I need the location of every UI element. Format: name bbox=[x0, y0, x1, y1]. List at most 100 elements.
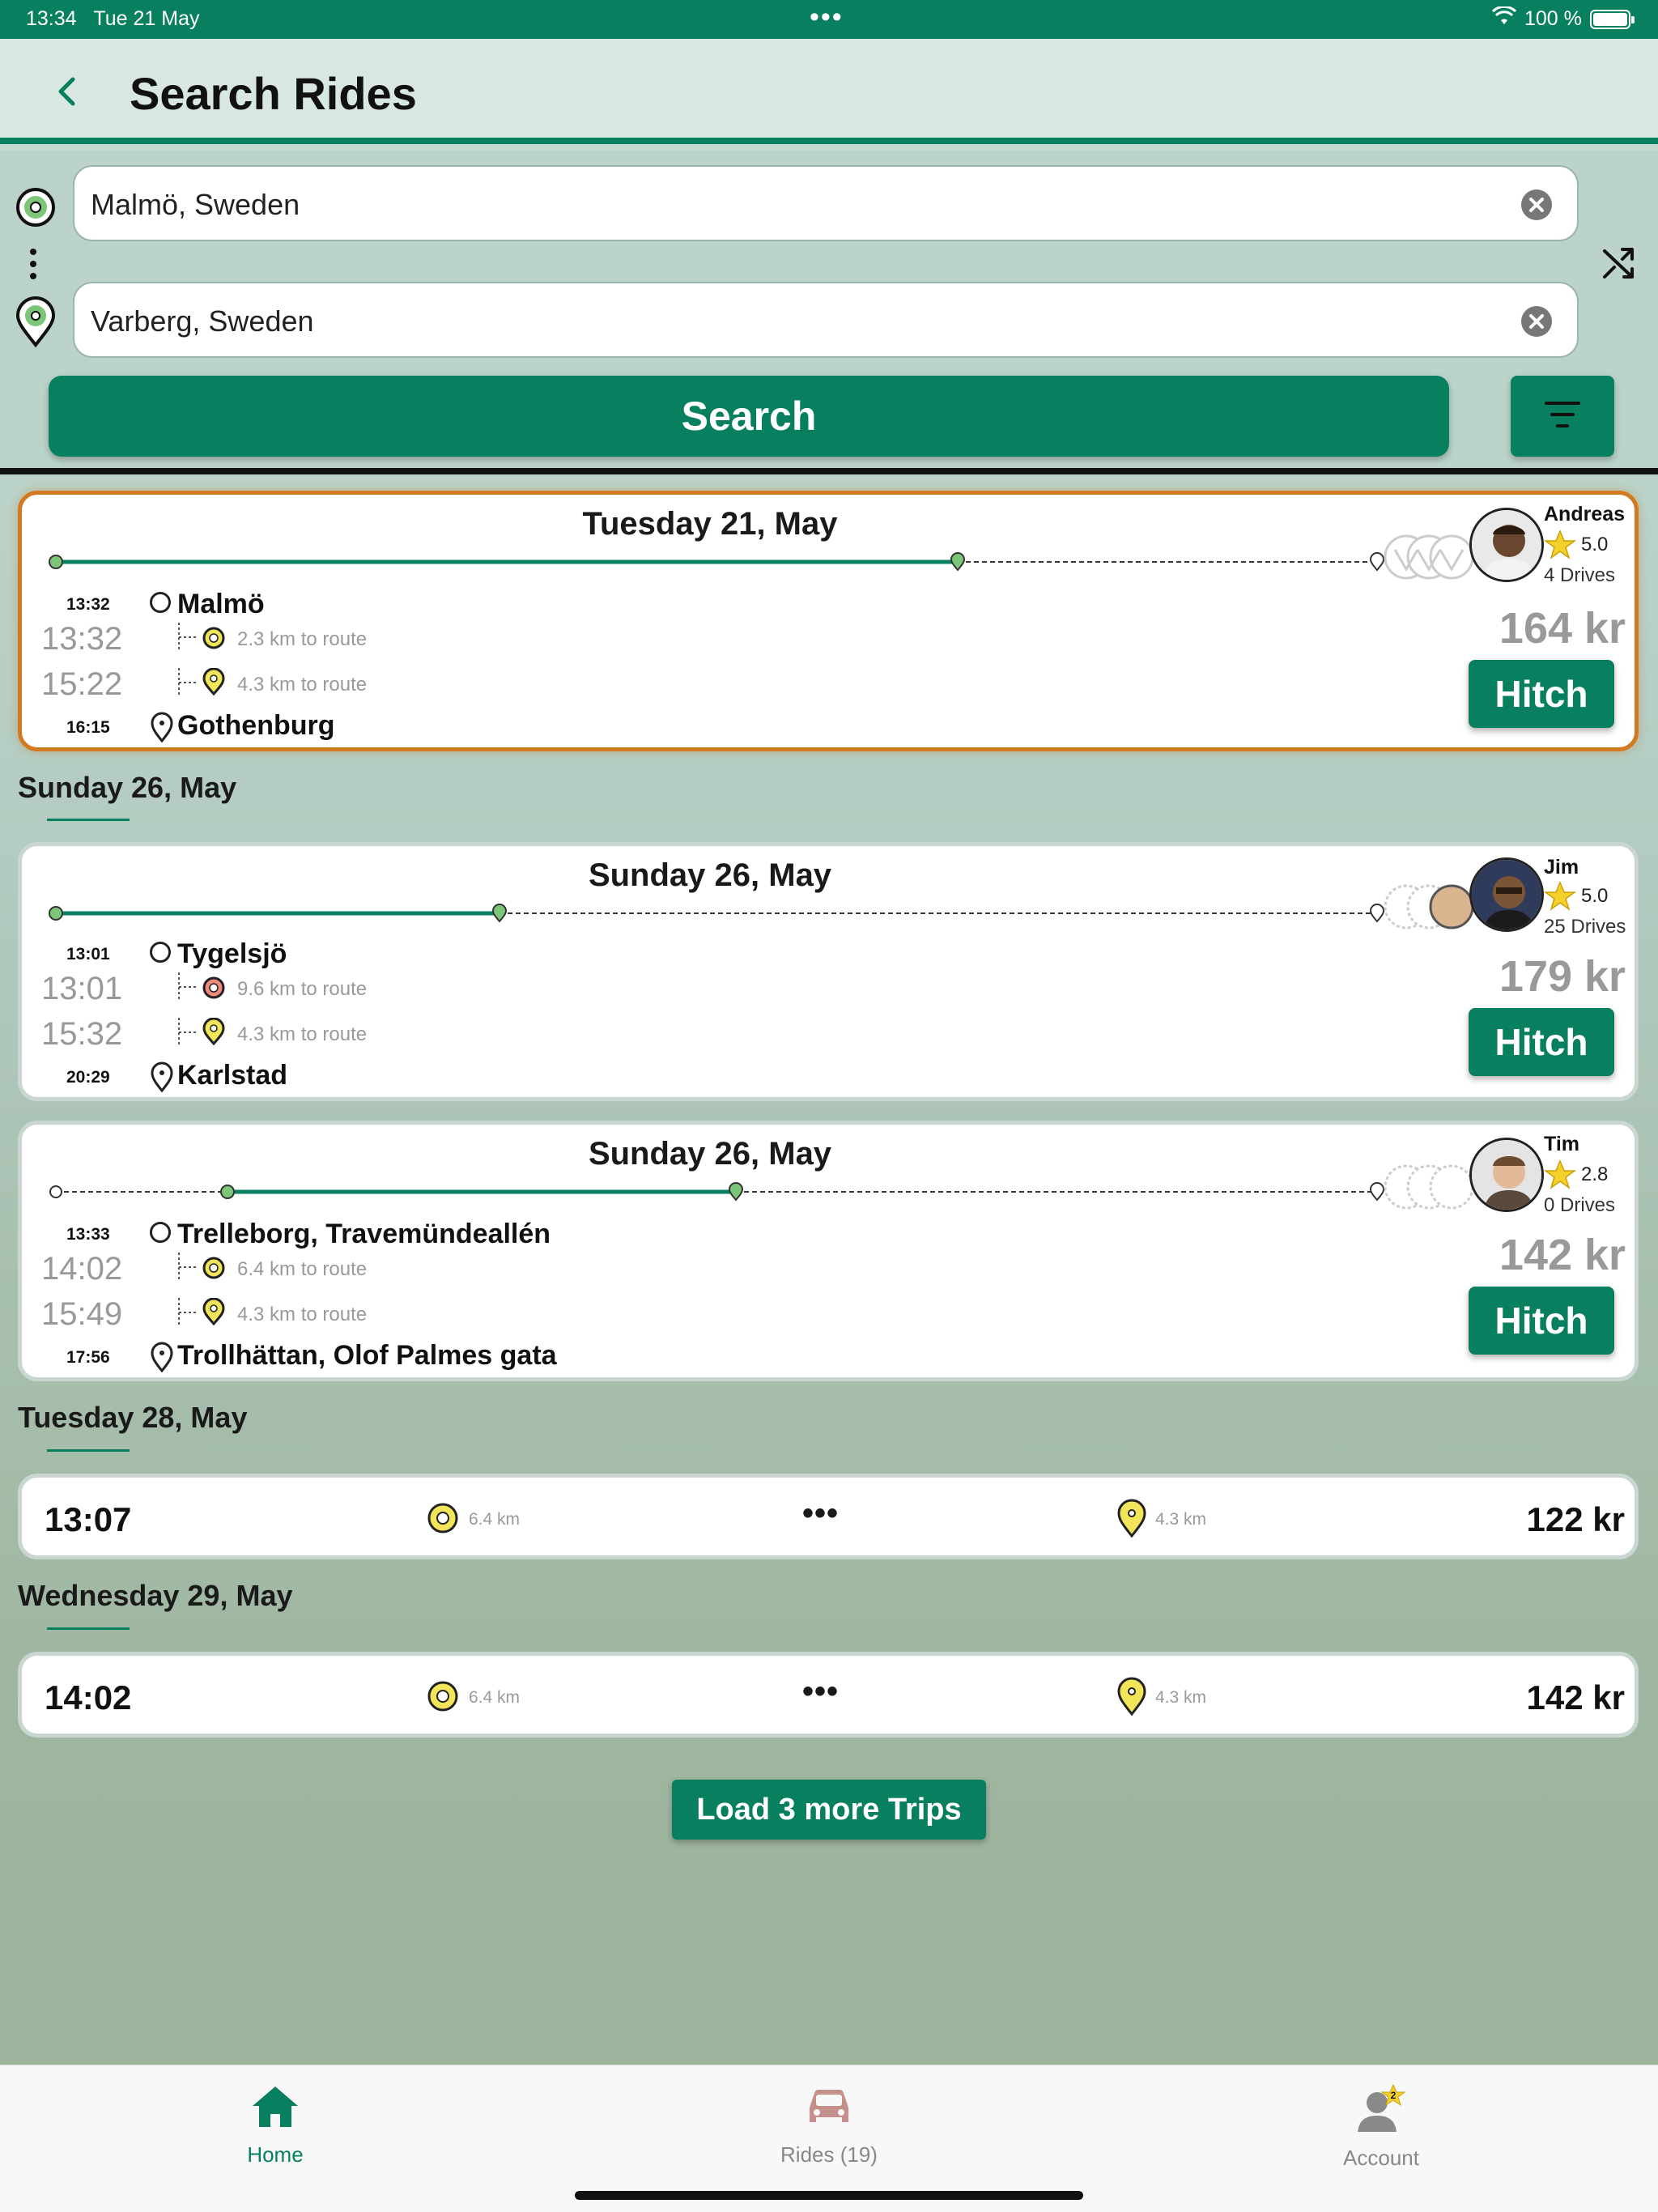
multitasking-dots-icon[interactable]: ••• bbox=[810, 2, 844, 33]
route-branch-icon bbox=[178, 1298, 197, 1327]
passenger-avatars-icon bbox=[1384, 534, 1474, 580]
pickup-time: 13:01 bbox=[41, 971, 123, 1006]
destination-input[interactable]: Varberg, Sweden bbox=[73, 282, 1579, 358]
origin-circle-icon bbox=[150, 1222, 171, 1243]
dropoff-time: 15:49 bbox=[41, 1296, 123, 1332]
dropoff-pin-icon bbox=[202, 1018, 225, 1045]
destination-pin-icon bbox=[151, 1061, 173, 1092]
status-bar: 13:34 Tue 21 May ••• 100 % bbox=[0, 0, 1658, 39]
account-icon: 2 bbox=[1358, 2083, 1406, 2132]
driver-avatar[interactable] bbox=[1469, 1138, 1544, 1212]
origin-input[interactable]: Malmö, Sweden bbox=[73, 165, 1579, 241]
route-branch-icon bbox=[178, 1253, 197, 1282]
driver-drives: 25 Drives bbox=[1544, 916, 1626, 938]
depart-time: 13:33 bbox=[66, 1225, 110, 1244]
destination-name: Gothenburg bbox=[177, 710, 335, 741]
search-button[interactable]: Search bbox=[49, 376, 1449, 457]
driver-name: Tim bbox=[1544, 1133, 1579, 1155]
ride-card[interactable]: Tuesday 21, May 13:32 Malmö 13:32 2.3 km… bbox=[18, 491, 1639, 751]
driver-rating: 2.8 bbox=[1581, 1163, 1609, 1185]
pickup-distance: 6.4 km bbox=[469, 1510, 521, 1529]
hitch-button[interactable]: Hitch bbox=[1469, 660, 1614, 728]
dropoff-pin-icon bbox=[1117, 1499, 1146, 1538]
destination-pin-icon bbox=[151, 712, 173, 742]
ride-price: 142 kr bbox=[1526, 1678, 1625, 1716]
section-underline bbox=[47, 819, 130, 821]
search-panel: Malmö, Sweden Varberg, Sweden Search bbox=[0, 151, 1658, 474]
driver-avatar[interactable] bbox=[1469, 508, 1544, 582]
tab-account[interactable]: 2 Account bbox=[1284, 2083, 1478, 2171]
ride-price: 122 kr bbox=[1526, 1500, 1625, 1538]
arrive-time: 16:15 bbox=[66, 718, 110, 737]
section-date-label: Wednesday 29, May bbox=[18, 1579, 293, 1612]
tab-home[interactable]: Home bbox=[178, 2083, 372, 2167]
driver-rating: 5.0 bbox=[1581, 885, 1609, 907]
hitch-button[interactable]: Hitch bbox=[1469, 1008, 1614, 1076]
route-progress bbox=[49, 552, 1385, 572]
pickup-time: 14:02 bbox=[41, 1251, 123, 1287]
compact-ride-row[interactable]: 14:02 6.4 km ••• 4.3 km 142 kr bbox=[18, 1652, 1639, 1738]
dropoff-pin-icon bbox=[1117, 1677, 1146, 1716]
driver-drives: 0 Drives bbox=[1544, 1194, 1616, 1216]
origin-name: Tygelsjö bbox=[177, 938, 287, 969]
tab-label: Rides (19) bbox=[780, 2142, 878, 2167]
dropoff-pin-icon bbox=[202, 668, 225, 696]
route-branch-icon bbox=[178, 623, 197, 652]
tab-label: Account bbox=[1343, 2146, 1419, 2170]
dropoff-distance: 4.3 km to route bbox=[237, 1023, 368, 1045]
ride-date: Sunday 26, May bbox=[588, 1136, 832, 1172]
origin-circle-icon bbox=[150, 592, 171, 613]
compact-ride-row[interactable]: 13:07 6.4 km ••• 4.3 km 122 kr bbox=[18, 1474, 1639, 1559]
route-progress bbox=[49, 1182, 1385, 1202]
driver-name: Andreas bbox=[1544, 503, 1626, 525]
home-indicator bbox=[575, 2191, 1083, 2200]
battery-percent: 100 % bbox=[1524, 7, 1582, 30]
pickup-distance: 9.6 km to route bbox=[237, 978, 368, 1000]
pickup-stop-icon bbox=[427, 1681, 458, 1712]
hitch-button[interactable]: Hitch bbox=[1469, 1287, 1614, 1355]
dropoff-distance: 4.3 km to route bbox=[237, 674, 368, 696]
route-branch-icon bbox=[178, 1018, 197, 1047]
driver-rating: 5.0 bbox=[1581, 534, 1609, 555]
ride-price: 164 kr bbox=[1499, 604, 1626, 653]
pickup-distance: 2.3 km to route bbox=[237, 628, 368, 650]
wifi-icon bbox=[1492, 6, 1516, 24]
route-connector-icon bbox=[30, 249, 36, 279]
car-icon bbox=[810, 2090, 848, 2122]
page-title: Search Rides bbox=[130, 68, 417, 119]
pickup-stop-icon bbox=[202, 976, 225, 999]
status-time: 13:34 Tue 21 May bbox=[26, 7, 200, 30]
tab-bar: Home Rides (19) 2 Account bbox=[0, 2065, 1658, 2212]
tab-rides[interactable]: Rides (19) bbox=[732, 2083, 926, 2167]
swap-route-icon[interactable] bbox=[1601, 246, 1637, 282]
dropoff-pin-icon bbox=[202, 1298, 225, 1325]
back-chevron-icon[interactable] bbox=[47, 71, 87, 112]
ride-card[interactable]: Sunday 26, May 13:33 Trelleborg, Travemü… bbox=[18, 1121, 1639, 1381]
nav-header: Search Rides bbox=[0, 39, 1658, 144]
section-date-label: Tuesday 28, May bbox=[18, 1401, 248, 1434]
ride-price: 142 kr bbox=[1499, 1231, 1626, 1279]
destination-name: Karlstad bbox=[177, 1060, 288, 1091]
depart-time: 13:01 bbox=[66, 945, 110, 963]
filter-button[interactable] bbox=[1511, 376, 1614, 457]
star-icon bbox=[1544, 1159, 1576, 1189]
dropoff-distance: 4.3 km bbox=[1155, 1688, 1207, 1707]
route-progress bbox=[49, 904, 1385, 923]
driver-avatar[interactable] bbox=[1469, 857, 1544, 932]
origin-name: Malmö bbox=[177, 589, 265, 619]
dropoff-time: 15:22 bbox=[41, 666, 123, 702]
more-dots-icon: ••• bbox=[802, 1674, 840, 1709]
ride-date: Sunday 26, May bbox=[588, 857, 832, 893]
passenger-avatars-icon bbox=[1384, 1164, 1474, 1210]
clear-origin-icon[interactable] bbox=[1520, 189, 1553, 221]
ride-time: 13:07 bbox=[45, 1500, 132, 1538]
route-branch-icon bbox=[178, 972, 197, 1002]
arrive-time: 17:56 bbox=[66, 1348, 110, 1367]
clear-destination-icon[interactable] bbox=[1520, 305, 1553, 338]
pickup-stop-icon bbox=[427, 1503, 458, 1534]
star-icon bbox=[1544, 530, 1576, 559]
load-more-button[interactable]: Load 3 more Trips bbox=[672, 1780, 986, 1840]
driver-drives: 4 Drives bbox=[1544, 564, 1616, 586]
ride-card[interactable]: Sunday 26, May 13:01 Tygelsjö 13:01 9.6 … bbox=[18, 842, 1639, 1101]
arrive-time: 20:29 bbox=[66, 1068, 110, 1087]
